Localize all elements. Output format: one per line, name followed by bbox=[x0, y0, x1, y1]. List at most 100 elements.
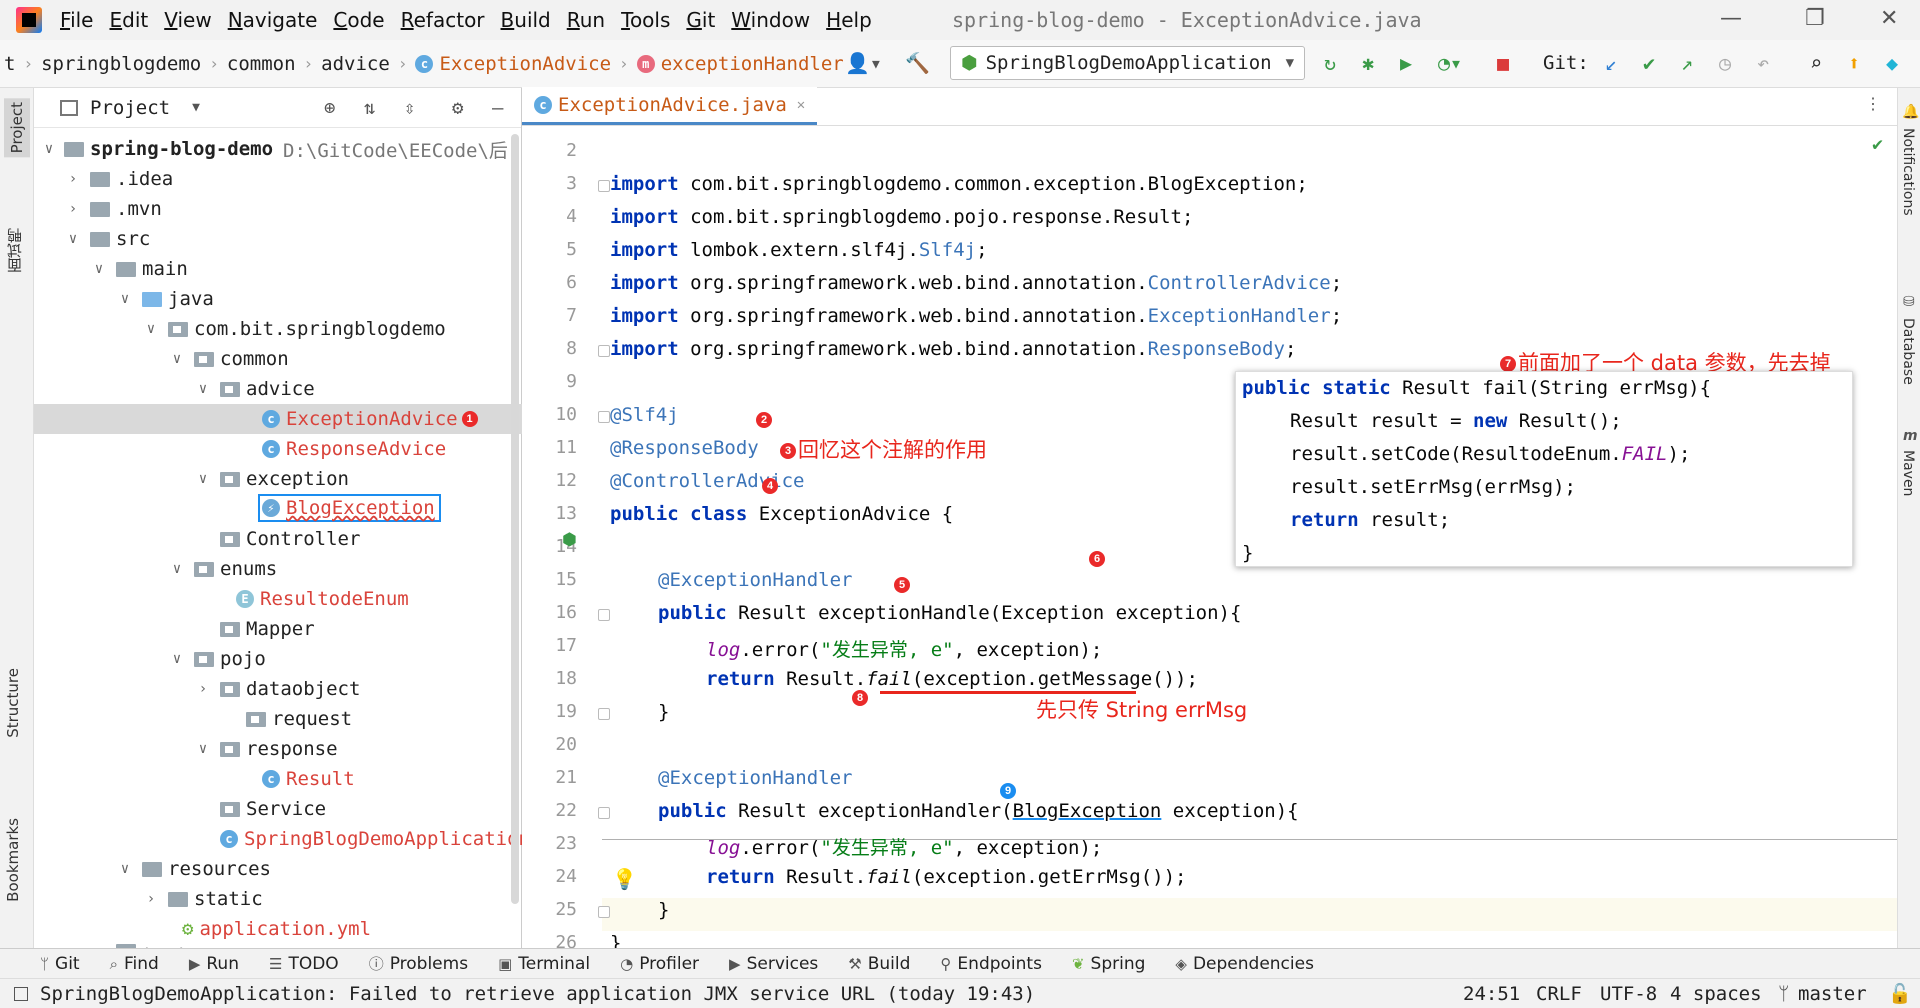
tree-item-response[interactable]: ∨ response bbox=[194, 734, 338, 764]
fold-icon[interactable] bbox=[598, 807, 610, 819]
restore-icon[interactable]: ❐ bbox=[1805, 6, 1825, 31]
menu-file[interactable]: File bbox=[60, 8, 93, 32]
tree-item-pojo[interactable]: ∨ pojo bbox=[168, 644, 266, 674]
jetbrains-toolbox-icon[interactable]: ◆ bbox=[1886, 52, 1898, 74]
run-configuration-select[interactable]: ⬢ SpringBlogDemoApplication ▼ bbox=[950, 46, 1305, 80]
git-update-icon[interactable]: ↙ bbox=[1605, 52, 1617, 74]
tree-item-advice[interactable]: ∨ advice bbox=[194, 374, 315, 404]
maven-tool-tab[interactable]: Maven bbox=[1900, 450, 1916, 496]
tree-item-blogexception[interactable]: ⚡ BlogException bbox=[258, 494, 441, 522]
file-encoding[interactable]: UTF-8 bbox=[1600, 983, 1657, 1005]
fold-icon[interactable] bbox=[598, 609, 610, 621]
bookmarks-tool-tab[interactable]: Bookmarks bbox=[4, 818, 22, 902]
tree-item-java[interactable]: ∨ java bbox=[116, 284, 214, 314]
tree-item-enums[interactable]: ∨ enums bbox=[168, 554, 277, 584]
caret-position[interactable]: 24:51 bbox=[1463, 983, 1520, 1005]
menu-run[interactable]: Run bbox=[567, 8, 605, 32]
git-tool-button[interactable]: ᛘ Git bbox=[40, 954, 80, 974]
tree-item-src[interactable]: ∨ src bbox=[64, 224, 151, 254]
tree-item-application-yml[interactable]: ⚙ application.yml bbox=[182, 914, 371, 944]
dependencies-tool-button[interactable]: ◈ Dependencies bbox=[1175, 954, 1314, 974]
git-rollback-icon[interactable]: ↶ bbox=[1757, 52, 1769, 74]
find-tool-button[interactable]: ⌕ Find bbox=[110, 954, 159, 974]
breadcrumb-item-exceptionadvice[interactable]: ExceptionAdvice bbox=[439, 53, 611, 75]
todo-tool-button[interactable]: ☰ TODO bbox=[269, 954, 339, 974]
editor-tab-exceptionadvice[interactable]: c ExceptionAdvice.java ✕ bbox=[522, 87, 818, 125]
menu-build[interactable]: Build bbox=[501, 8, 551, 32]
tree-item-result[interactable]: c Result bbox=[262, 764, 355, 794]
breadcrumb-item-exceptionhandler[interactable]: exceptionHandler bbox=[661, 53, 844, 75]
build-hammer-icon[interactable]: 🔨 bbox=[905, 52, 930, 74]
minimize-icon[interactable]: — bbox=[1720, 6, 1742, 31]
spring-tool-button[interactable]: ❦ Spring bbox=[1072, 954, 1145, 974]
breadcrumb-item-t[interactable]: t bbox=[4, 53, 15, 75]
status-message[interactable]: SpringBlogDemoApplication: Failed to ret… bbox=[40, 983, 1035, 1005]
breadcrumb-item-common[interactable]: common bbox=[227, 53, 296, 75]
scrollbar[interactable] bbox=[511, 134, 519, 904]
tree-item-static[interactable]: › static bbox=[142, 884, 263, 914]
line-separator[interactable]: CRLF bbox=[1536, 983, 1582, 1005]
stop-icon[interactable]: ■ bbox=[1497, 52, 1509, 74]
tree-item-mvn[interactable]: › .mvn bbox=[64, 194, 162, 224]
tool-window-toggle-icon[interactable] bbox=[14, 986, 28, 1001]
coverage-icon[interactable]: ▶ bbox=[1400, 52, 1412, 74]
tree-item-exceptionadvice[interactable]: c ExceptionAdvice 1 bbox=[34, 404, 522, 434]
profiler-tool-button[interactable]: ◔ Profiler bbox=[620, 954, 699, 974]
notifications-tool-tab[interactable]: Notifications bbox=[1900, 128, 1916, 216]
menu-view[interactable]: View bbox=[164, 8, 211, 32]
update-icon[interactable]: ⬆ bbox=[1848, 52, 1860, 74]
intention-bulb-icon[interactable]: 💡 bbox=[612, 867, 637, 891]
tree-item-resultodeenum[interactable]: E ResultodeEnum bbox=[236, 584, 409, 614]
structure-tool-tab[interactable]: Structure bbox=[4, 668, 22, 738]
close-icon[interactable]: ✕ bbox=[1880, 6, 1898, 31]
spring-bean-gutter-icon[interactable]: ⬢ bbox=[562, 530, 577, 550]
database-tool-tab[interactable]: Database bbox=[1900, 318, 1916, 385]
menu-help[interactable]: Help bbox=[826, 8, 872, 32]
git-push-icon[interactable]: ↗ bbox=[1681, 52, 1693, 74]
fold-icon[interactable] bbox=[598, 708, 610, 720]
breadcrumb-item-springblogdemo[interactable]: springblogdemo bbox=[41, 53, 201, 75]
fold-icon[interactable] bbox=[598, 411, 610, 423]
chevron-down-icon[interactable]: ▼ bbox=[192, 100, 200, 115]
terminal-tool-button[interactable]: ▣ Terminal bbox=[498, 954, 590, 974]
git-branch[interactable]: master bbox=[1798, 983, 1867, 1005]
tree-item-request[interactable]: request bbox=[234, 704, 352, 734]
tree-item-controller[interactable]: Controller bbox=[208, 524, 360, 554]
run-tool-button[interactable]: ▶ Run bbox=[189, 954, 239, 974]
expand-all-icon[interactable]: ⇅ bbox=[364, 97, 375, 119]
tree-item-package[interactable]: ∨ com.bit.springblogdemo bbox=[142, 314, 446, 344]
locate-icon[interactable]: ⊕ bbox=[324, 97, 335, 119]
gear-icon[interactable]: ⚙ bbox=[452, 97, 463, 119]
debug-bug-icon[interactable]: ✱ bbox=[1362, 52, 1374, 74]
menu-refactor[interactable]: Refactor bbox=[401, 8, 485, 32]
endpoints-tool-button[interactable]: ⚲ Endpoints bbox=[940, 954, 1042, 974]
tree-item-resources[interactable]: ∨ resources bbox=[116, 854, 271, 884]
tree-item-idea[interactable]: › .idea bbox=[64, 164, 173, 194]
rerun-icon[interactable]: ↻ bbox=[1324, 52, 1336, 74]
tree-item-service[interactable]: Service bbox=[208, 794, 326, 824]
build-tool-button[interactable]: ⚒ Build bbox=[848, 954, 910, 974]
collapse-all-icon[interactable]: ⇳ bbox=[404, 97, 415, 119]
menu-edit[interactable]: Edit bbox=[109, 8, 148, 32]
git-commit-icon[interactable]: ✔ bbox=[1643, 52, 1655, 74]
tree-item-mapper[interactable]: Mapper bbox=[208, 614, 315, 644]
menu-git[interactable]: Git bbox=[686, 8, 715, 32]
services-tool-button[interactable]: ▶ Services bbox=[729, 954, 818, 974]
tree-item-root[interactable]: ∨ spring-blog-demo D:\GitCode\EECode\后 bbox=[40, 134, 508, 164]
menu-window[interactable]: Window bbox=[731, 8, 810, 32]
breadcrumb-item-advice[interactable]: advice bbox=[321, 53, 390, 75]
fold-icon[interactable] bbox=[598, 180, 610, 192]
project-tool-tab[interactable]: Project bbox=[4, 98, 30, 158]
fold-icon[interactable] bbox=[598, 906, 610, 918]
menu-code[interactable]: Code bbox=[333, 8, 384, 32]
close-tab-icon[interactable]: ✕ bbox=[797, 97, 805, 113]
profiler-icon[interactable]: ◔▾ bbox=[1438, 52, 1462, 74]
mianshiya-tool-tab[interactable]: 面试鸭 bbox=[4, 228, 25, 273]
user-icon[interactable]: 👤▾ bbox=[845, 52, 882, 74]
menu-tools[interactable]: Tools bbox=[621, 8, 670, 32]
more-tabs-icon[interactable]: ⋮ bbox=[1865, 94, 1881, 113]
menu-navigate[interactable]: Navigate bbox=[228, 8, 318, 32]
git-history-icon[interactable]: ◷ bbox=[1719, 52, 1731, 74]
tree-item-responseadvice[interactable]: c ResponseAdvice bbox=[262, 434, 446, 464]
tree-item-common[interactable]: ∨ common bbox=[168, 344, 289, 374]
